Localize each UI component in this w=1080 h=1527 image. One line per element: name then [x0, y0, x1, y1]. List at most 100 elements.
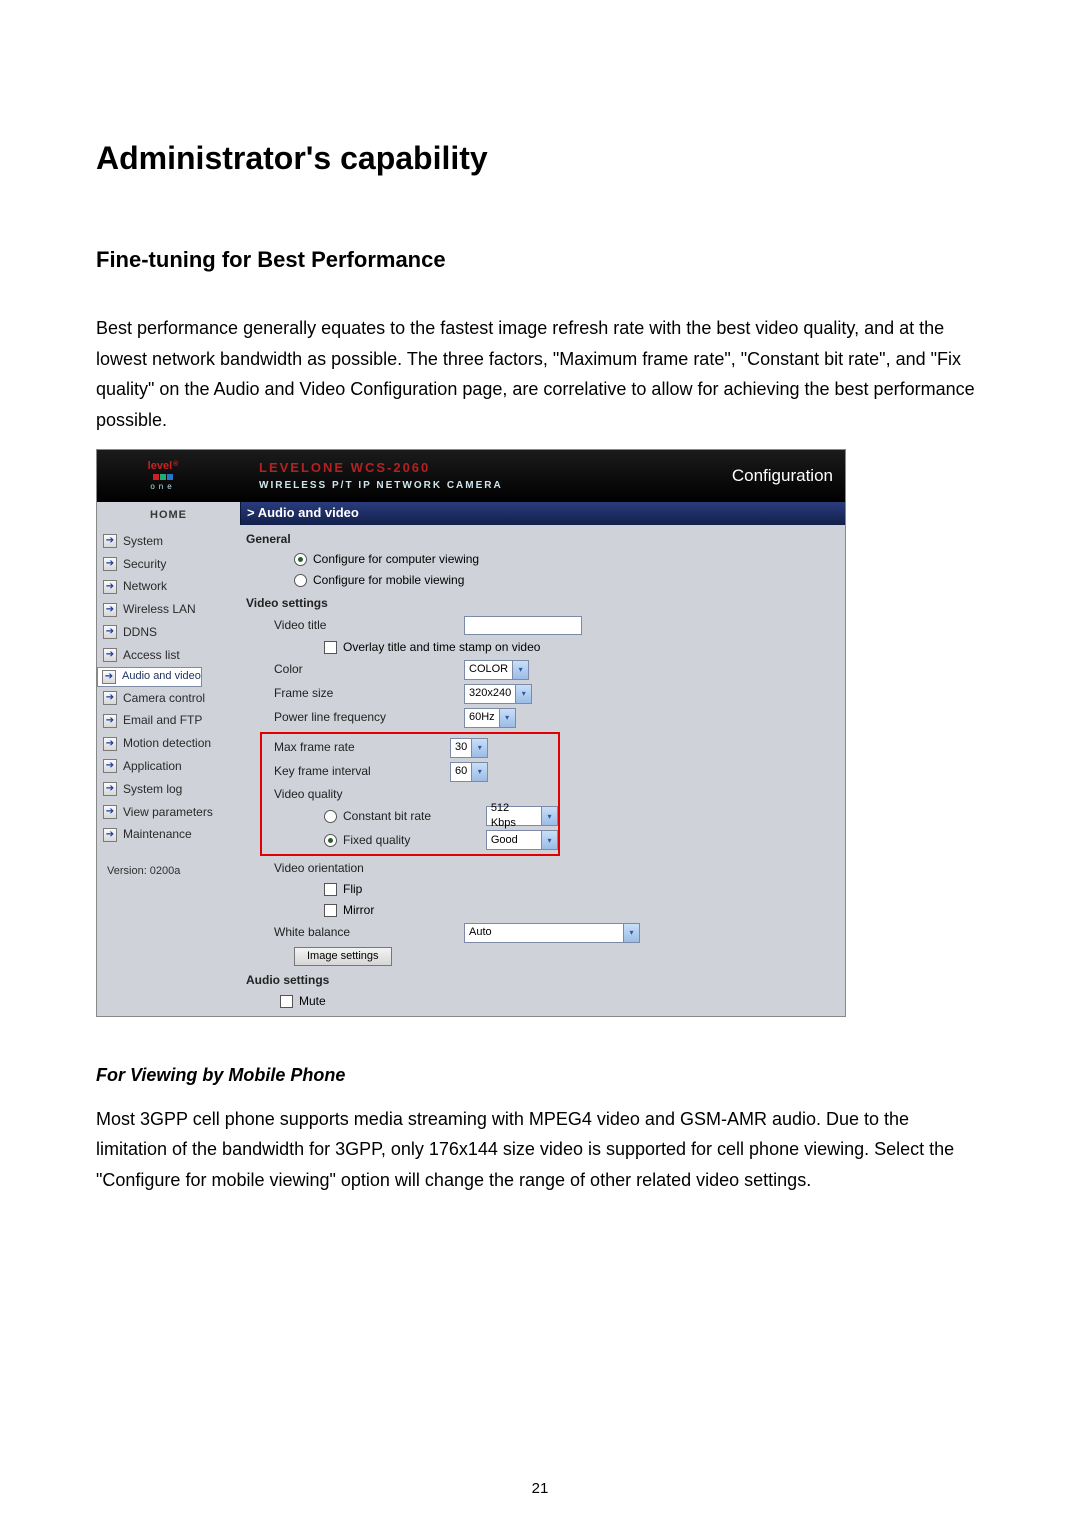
select-value: 60 — [455, 764, 467, 779]
max-frame-rate-label: Max frame rate — [274, 739, 450, 756]
sidebar-item-label: Network — [123, 578, 167, 595]
arrow-icon: ➔ — [103, 534, 117, 548]
select-value: 60Hz — [469, 710, 495, 725]
image-settings-button[interactable]: Image settings — [294, 947, 392, 966]
doc-subheading: Fine-tuning for Best Performance — [96, 247, 984, 273]
brand-logo: level® one — [97, 450, 229, 502]
frame-size-label: Frame size — [274, 685, 464, 702]
select-value: Auto — [469, 925, 492, 940]
configuration-link[interactable]: Configuration — [732, 464, 845, 488]
arrow-icon: ➔ — [103, 648, 117, 662]
radio-label: Configure for mobile viewing — [313, 572, 464, 589]
chevron-down-icon: ▾ — [512, 661, 528, 679]
select-value: COLOR — [469, 662, 508, 677]
sidebar-item-motion-detection[interactable]: ➔ Motion detection — [97, 732, 240, 755]
device-subtitle: WIRELESS P/T IP NETWORK CAMERA — [259, 479, 732, 493]
video-quality-label: Video quality — [274, 786, 450, 803]
fixed-quality-label: Fixed quality — [343, 832, 410, 849]
select-value: 30 — [455, 740, 467, 755]
sidebar: HOME ➔System ➔Security ➔Network ➔Wireles… — [97, 502, 240, 887]
checkbox-row-flip[interactable]: Flip — [244, 879, 845, 900]
radio-row-computer-viewing[interactable]: Configure for computer viewing — [244, 549, 845, 570]
color-label: Color — [274, 661, 464, 678]
arrow-icon: ➔ — [103, 759, 117, 773]
arrow-icon: ➔ — [103, 737, 117, 751]
sidebar-item-camera-control[interactable]: ➔Camera control — [97, 687, 240, 710]
arrow-icon: ➔ — [103, 625, 117, 639]
sidebar-home[interactable]: HOME — [97, 502, 240, 529]
version-label: Version: 0200a — [97, 846, 240, 879]
radio-icon[interactable] — [294, 553, 307, 566]
sidebar-item-label: View parameters — [123, 804, 213, 821]
radio-label: Configure for computer viewing — [313, 551, 479, 568]
select-value: 512 Kbps — [491, 801, 537, 832]
sidebar-item-ddns[interactable]: ➔DDNS — [97, 621, 240, 644]
max-frame-rate-select[interactable]: 30 ▾ — [450, 738, 488, 758]
checkbox-icon[interactable] — [324, 904, 337, 917]
section-general: General — [244, 527, 845, 550]
radio-row-mobile-viewing[interactable]: Configure for mobile viewing — [244, 570, 845, 591]
config-screenshot: level® one LEVELONE WCS-2060 WIRELESS P/… — [96, 449, 846, 1016]
white-balance-label: White balance — [274, 924, 464, 941]
chevron-down-icon: ▾ — [623, 924, 639, 942]
header-bar: level® one LEVELONE WCS-2060 WIRELESS P/… — [97, 450, 845, 502]
video-title-input[interactable] — [464, 616, 582, 635]
color-select[interactable]: COLOR ▾ — [464, 660, 529, 680]
sidebar-item-audio-video[interactable]: ➔Audio and video — [97, 667, 202, 687]
constant-bitrate-select[interactable]: 512 Kbps▾ — [486, 806, 558, 826]
sidebar-item-system[interactable]: ➔System — [97, 530, 240, 553]
sidebar-item-access-list[interactable]: ➔ Access list — [97, 644, 240, 667]
checkbox-row-mirror[interactable]: Mirror — [244, 900, 845, 921]
page-number: 21 — [0, 1480, 1080, 1497]
arrow-icon: ➔ — [103, 828, 117, 842]
sidebar-item-label: Audio and video — [122, 669, 201, 684]
checkbox-icon[interactable] — [324, 641, 337, 654]
video-orientation-label: Video orientation — [274, 860, 464, 877]
checkbox-row-overlay[interactable]: Overlay title and time stamp on video — [244, 637, 845, 658]
checkbox-icon[interactable] — [280, 995, 293, 1008]
arrow-icon: ➔ — [103, 603, 117, 617]
video-title-label: Video title — [274, 617, 464, 634]
arrow-icon: ➔ — [103, 557, 117, 571]
section-video-settings: Video settings — [244, 591, 845, 614]
chevron-down-icon: ▾ — [471, 763, 487, 781]
doc-para-1: Best performance generally equates to th… — [96, 313, 984, 435]
chevron-down-icon: ▾ — [499, 709, 515, 727]
chevron-down-icon: ▾ — [471, 739, 487, 757]
checkbox-row-mute[interactable]: Mute — [244, 991, 845, 1012]
sidebar-item-view-parameters[interactable]: ➔ View parameters — [97, 801, 240, 824]
plf-select[interactable]: 60Hz ▾ — [464, 708, 516, 728]
arrow-icon: ➔ — [103, 805, 117, 819]
checkbox-label: Mute — [299, 993, 326, 1010]
chevron-down-icon: ▾ — [541, 831, 557, 849]
brand-top-text: level — [148, 461, 172, 472]
sidebar-item-label: Email and FTP — [123, 712, 202, 729]
sidebar-item-label: Maintenance — [123, 826, 192, 843]
checkbox-icon[interactable] — [324, 883, 337, 896]
sidebar-item-maintenance[interactable]: ➔ Maintenance — [97, 823, 240, 846]
sidebar-item-application[interactable]: ➔ Application — [97, 755, 240, 778]
doc-heading: Administrator's capability — [96, 140, 984, 177]
white-balance-select[interactable]: Auto ▾ — [464, 923, 640, 943]
frame-size-select[interactable]: 320x240▾ — [464, 684, 532, 704]
checkbox-label: Mirror — [343, 902, 374, 919]
sidebar-item-label: Motion detection — [123, 735, 211, 752]
plf-label: Power line frequency — [274, 709, 464, 726]
fixed-quality-select[interactable]: Good▾ — [486, 830, 558, 850]
sidebar-item-email-ftp[interactable]: ➔Email and FTP — [97, 709, 240, 732]
key-frame-interval-select[interactable]: 60 ▾ — [450, 762, 488, 782]
highlight-box: Max frame rate 30▾ Key frame interval 60… — [260, 732, 560, 857]
sidebar-item-network[interactable]: ➔Network — [97, 575, 240, 598]
sidebar-item-system-log[interactable]: ➔System log — [97, 778, 240, 801]
sidebar-item-label: Access list — [123, 647, 180, 664]
radio-icon[interactable] — [294, 574, 307, 587]
constant-bitrate-label: Constant bit rate — [343, 808, 431, 825]
sidebar-item-security[interactable]: ➔Security — [97, 553, 240, 576]
radio-icon[interactable] — [324, 834, 337, 847]
device-title: LEVELONE WCS-2060 — [259, 459, 732, 477]
sidebar-item-wireless-lan[interactable]: ➔Wireless LAN — [97, 598, 240, 621]
chevron-down-icon: ▾ — [515, 685, 531, 703]
radio-icon[interactable] — [324, 810, 337, 823]
arrow-icon: ➔ — [103, 691, 117, 705]
sidebar-item-label: Application — [123, 758, 182, 775]
